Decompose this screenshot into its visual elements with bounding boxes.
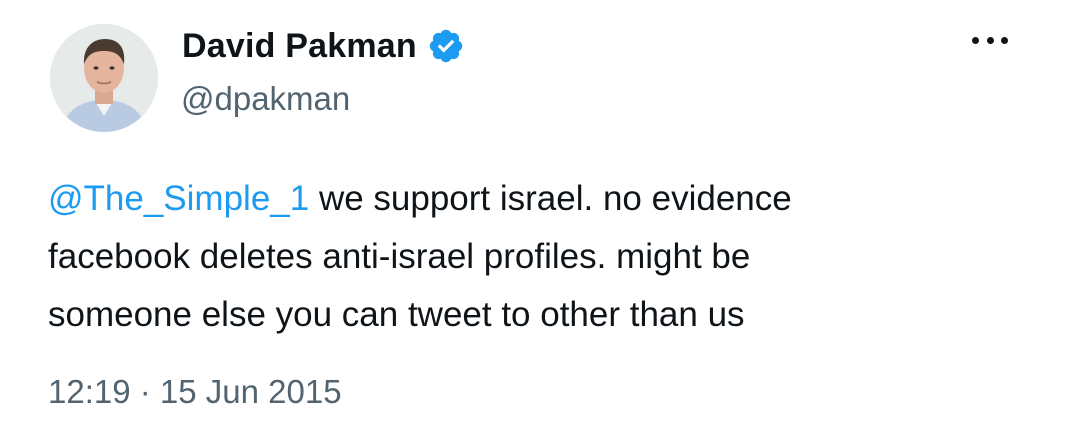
- avatar-image: [50, 24, 158, 132]
- author-name-row: David Pakman: [182, 22, 465, 70]
- tweet-text-line-3: someone else you can tweet to other than…: [48, 295, 745, 334]
- author-display-name[interactable]: David Pakman: [182, 27, 417, 66]
- tweet-text-line-1: @The_Simple_1 we support israel. no evid…: [48, 170, 1028, 228]
- tweet-timestamp[interactable]: 12:19 · 15 Jun 2015: [48, 373, 342, 411]
- tweet-text: @The_Simple_1 we support israel. no evid…: [48, 170, 1028, 344]
- more-dot: [1001, 36, 1008, 44]
- more-dot: [972, 36, 979, 44]
- more-options-icon[interactable]: [966, 28, 1014, 52]
- author-handle[interactable]: @dpakman: [181, 80, 350, 118]
- tweet-time: 12:19: [48, 373, 131, 410]
- tweet-text-segment: we support israel. no evidence: [309, 179, 792, 218]
- more-dot: [986, 36, 994, 44]
- tweet-date: 15 Jun 2015: [159, 373, 342, 410]
- avatar[interactable]: [50, 24, 158, 132]
- mention-link[interactable]: @The_Simple_1: [48, 179, 309, 218]
- tweet-card: David Pakman @dpakman @The_Simple_1 we s…: [0, 0, 1080, 442]
- verified-badge-icon[interactable]: [427, 27, 465, 65]
- tweet-text-line-2: facebook deletes anti-israel profiles. m…: [48, 237, 751, 276]
- meta-separator: ·: [130, 373, 160, 410]
